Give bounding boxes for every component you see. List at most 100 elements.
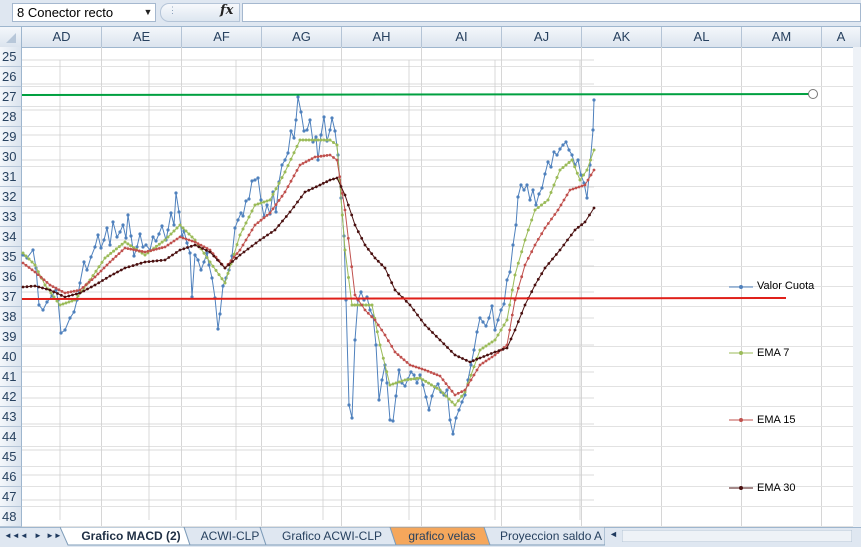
data-point [244, 221, 248, 225]
data-point [274, 203, 278, 207]
data-point [423, 368, 427, 372]
data-point [424, 379, 428, 383]
data-point [116, 270, 119, 274]
tab-acwi-clp[interactable]: ACWI-CLP [192, 527, 268, 545]
data-point [262, 200, 266, 204]
data-point [108, 274, 112, 278]
tab-proyeccion-saldo[interactable]: Proyeccion saldo A [492, 527, 602, 545]
data-point [182, 247, 186, 251]
data-point [438, 388, 442, 392]
data-point [319, 154, 323, 158]
first-sheet-button[interactable]: ◄◄ [4, 529, 20, 543]
data-point [115, 235, 119, 239]
tab-grafico-macd-2[interactable]: Grafico MACD (2) [72, 527, 190, 545]
data-point [546, 222, 550, 225]
data-point [456, 399, 460, 403]
data-point [274, 187, 278, 191]
data-point [453, 353, 457, 357]
data-point [174, 251, 178, 254]
data-point [36, 273, 40, 276]
data-point [66, 291, 70, 294]
data-point [204, 248, 208, 252]
data-point [350, 265, 354, 269]
data-point [386, 339, 390, 343]
data-point [37, 285, 41, 289]
data-point [265, 203, 269, 207]
data-point [33, 270, 37, 274]
data-point [178, 235, 182, 239]
tab-grafico-velas[interactable]: grafico velas [398, 527, 486, 545]
data-point [487, 342, 491, 346]
data-point [493, 328, 497, 332]
data-point [493, 353, 497, 357]
data-point [21, 251, 25, 255]
vertical-scrollbar-edge[interactable] [853, 47, 861, 527]
data-point [68, 316, 72, 320]
data-point [201, 247, 204, 250]
scroll-left-icon[interactable]: ◄ [609, 529, 618, 539]
data-point [310, 138, 314, 142]
horizontal-scrollbar[interactable] [622, 530, 852, 542]
data-point [555, 153, 559, 157]
data-point [52, 290, 56, 294]
data-point [502, 302, 506, 306]
data-point [166, 235, 170, 239]
data-point [418, 376, 422, 380]
data-point [160, 240, 164, 244]
data-point [104, 276, 108, 280]
data-point [565, 193, 569, 197]
data-point [301, 138, 305, 142]
last-sheet-button[interactable]: ►► [46, 529, 62, 543]
data-point [273, 228, 277, 232]
data-point [239, 211, 243, 215]
data-point [157, 247, 161, 250]
next-sheet-button[interactable]: ► [32, 529, 44, 543]
data-point [36, 270, 40, 274]
data-point [562, 243, 566, 247]
embedded-line-chart[interactable] [0, 0, 861, 546]
data-point [373, 318, 377, 322]
data-point [292, 205, 296, 209]
data-point [123, 246, 127, 250]
prev-sheet-button[interactable]: ◄ [18, 529, 30, 543]
data-point [487, 357, 491, 361]
data-point [571, 187, 575, 191]
data-point [184, 229, 188, 233]
data-point [487, 316, 491, 320]
tab-grafico-acwi-clp[interactable]: Grafico ACWI-CLP [270, 527, 394, 545]
data-point [469, 363, 473, 367]
data-point [478, 356, 482, 360]
data-point [197, 245, 201, 249]
data-point [90, 278, 94, 281]
data-point [501, 347, 505, 351]
data-point [114, 247, 118, 251]
data-point [112, 272, 116, 276]
data-point [295, 169, 299, 172]
data-point [214, 268, 218, 272]
data-point [25, 285, 29, 289]
data-point [48, 288, 52, 292]
data-point [24, 263, 28, 267]
data-point [105, 263, 109, 267]
data-point [64, 301, 68, 305]
data-point [543, 226, 547, 230]
data-point [174, 191, 178, 195]
data-point [513, 328, 517, 332]
data-point [394, 394, 398, 398]
data-point [160, 224, 164, 228]
data-point [118, 230, 122, 234]
data-point [547, 262, 551, 265]
data-point [235, 252, 239, 256]
data-point [589, 158, 592, 162]
data-point [175, 226, 179, 230]
data-point [490, 304, 494, 308]
data-point [277, 199, 281, 202]
data-point [343, 208, 347, 212]
data-point [96, 233, 100, 237]
data-point [299, 110, 303, 114]
data-point [536, 277, 540, 281]
data-point [259, 201, 263, 205]
data-point [528, 198, 532, 202]
data-point [69, 290, 73, 294]
data-point [391, 382, 395, 386]
